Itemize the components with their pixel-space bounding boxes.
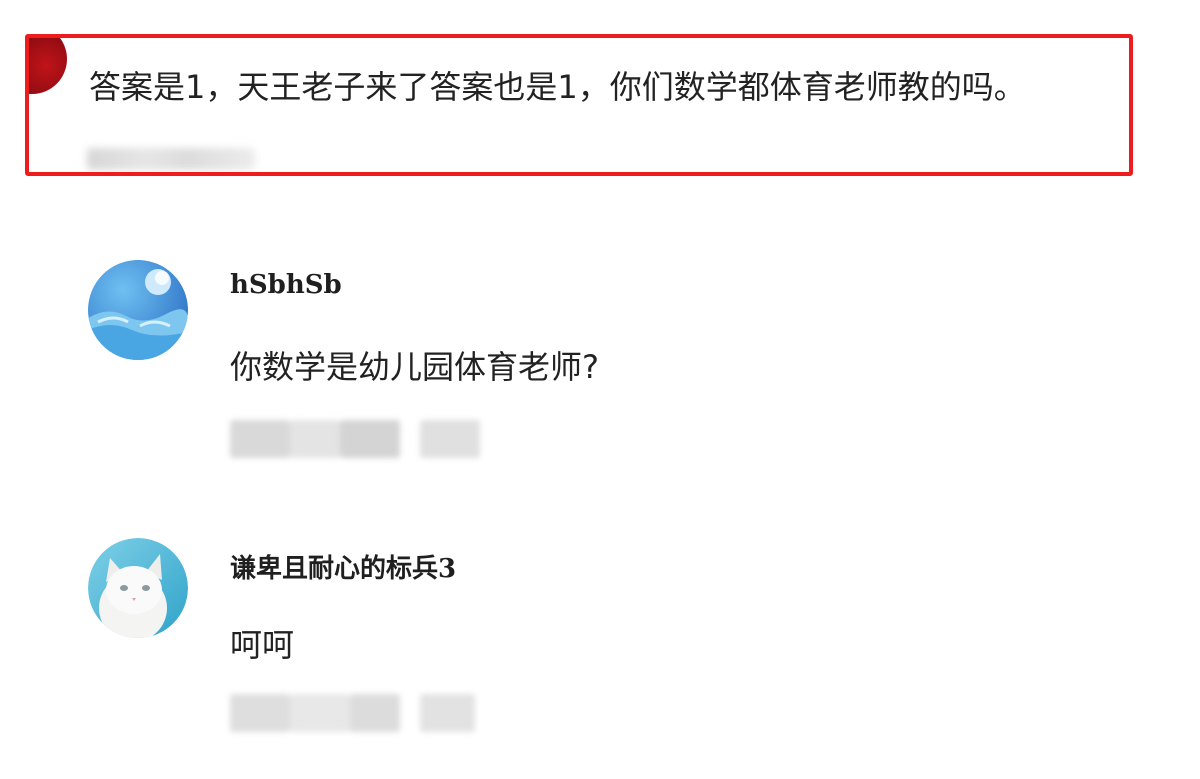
reply-comment: hSbhSb 你数学是幼儿园体育老师?	[88, 260, 1088, 480]
username[interactable]: 谦卑且耐心的标兵3	[230, 548, 456, 585]
comment-text: 呵呵	[230, 626, 295, 664]
username[interactable]: hSbhSb	[230, 270, 342, 300]
avatar[interactable]	[88, 538, 188, 638]
avatar[interactable]	[29, 38, 67, 94]
comment-meta-blurred	[87, 148, 255, 170]
comment-thread: 答案是1，天王老子来了答案也是1，你们数学都体育老师教的吗。 hSbhSb 你数…	[0, 0, 1200, 779]
highlighted-comment: 答案是1，天王老子来了答案也是1，你们数学都体育老师教的吗。	[25, 34, 1133, 176]
reply-comment: 谦卑且耐心的标兵3 呵呵	[88, 538, 1088, 758]
avatar[interactable]	[88, 260, 188, 360]
comment-meta-blurred	[230, 694, 480, 732]
comment-meta-blurred	[230, 420, 490, 458]
blue-wave-avatar-icon	[88, 260, 188, 360]
comment-text: 答案是1，天王老子来了答案也是1，你们数学都体育老师教的吗。	[89, 68, 1026, 106]
white-cat-avatar-icon	[88, 538, 188, 638]
comment-text: 你数学是幼儿园体育老师?	[230, 348, 599, 386]
